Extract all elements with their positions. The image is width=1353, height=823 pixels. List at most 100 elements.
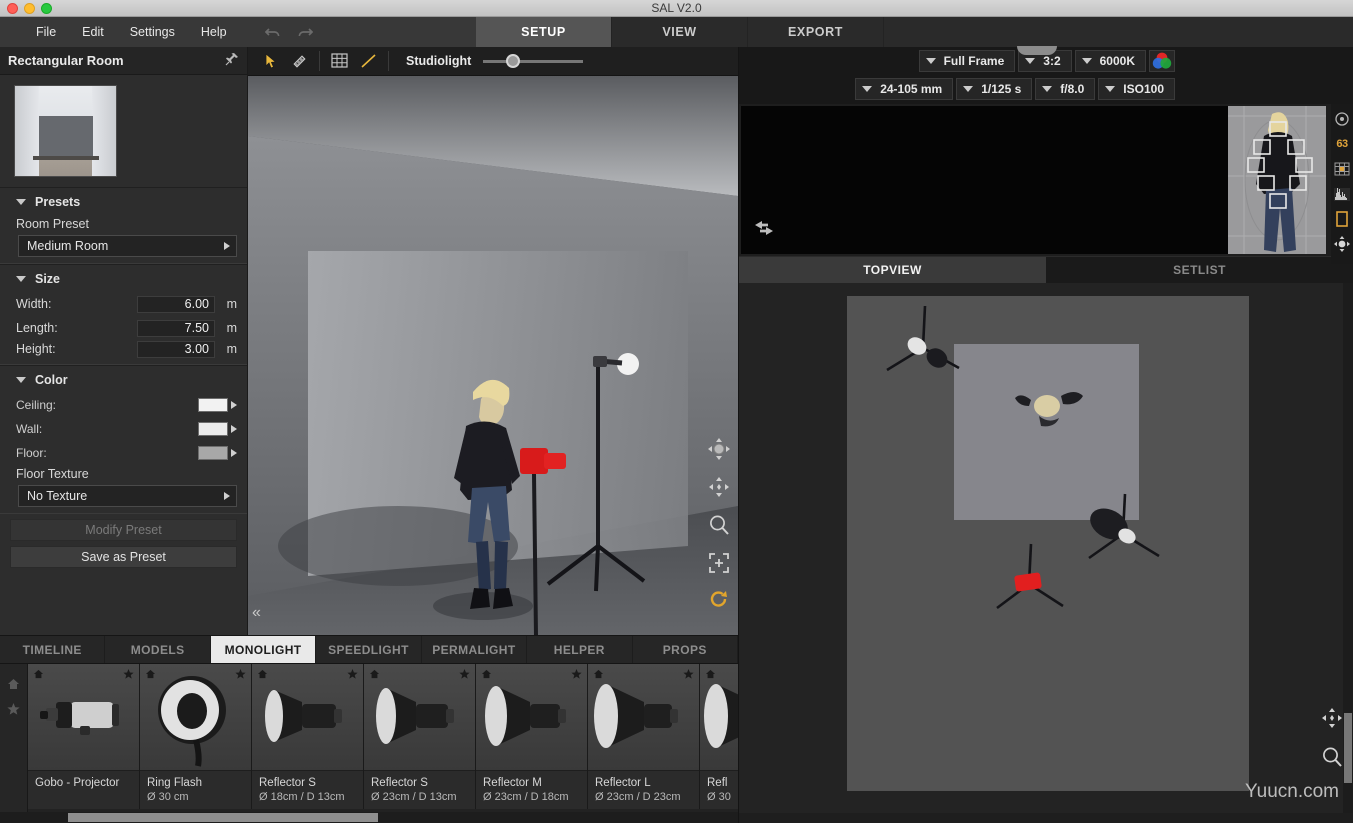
- room-preset-select[interactable]: Medium Room: [18, 235, 237, 257]
- topview-scrollbar[interactable]: [1343, 283, 1353, 813]
- menu-settings[interactable]: Settings: [130, 25, 175, 39]
- zoom-icon[interactable]: [1321, 746, 1343, 771]
- chevron-right-icon[interactable]: [231, 449, 237, 457]
- undo-icon[interactable]: [264, 26, 282, 39]
- studiolight-slider[interactable]: [483, 53, 584, 69]
- modify-preset-button[interactable]: Modify Preset: [10, 519, 237, 541]
- circle-icon[interactable]: [1333, 110, 1351, 128]
- collapse-panel-icon[interactable]: «: [252, 605, 261, 621]
- camera-row-2: 24-105 mm 1/125 s f/8.0 ISO100: [739, 75, 1353, 103]
- slider-knob[interactable]: [506, 54, 521, 68]
- library-items-strip[interactable]: Gobo - Projector Ring Flash Ø 30 cm Refl…: [28, 664, 738, 823]
- list-item[interactable]: Gobo - Projector: [28, 664, 140, 809]
- pan-icon[interactable]: [706, 474, 732, 500]
- scrollbar-thumb[interactable]: [68, 813, 378, 822]
- chevron-right-icon[interactable]: [231, 401, 237, 409]
- grid-icon[interactable]: [1333, 160, 1351, 178]
- viewport-canvas[interactable]: «: [248, 76, 738, 635]
- swap-arrows-icon[interactable]: [753, 219, 775, 240]
- list-item[interactable]: Reflector S Ø 23cm / D 13cm: [364, 664, 476, 809]
- list-item[interactable]: Ring Flash Ø 30 cm: [140, 664, 252, 809]
- star-icon[interactable]: [347, 668, 358, 682]
- lens-select[interactable]: 24-105 mm: [855, 78, 954, 100]
- home-icon[interactable]: [481, 668, 492, 682]
- redo-icon[interactable]: [296, 26, 313, 39]
- library-hscrollbar[interactable]: [0, 812, 738, 823]
- star-icon[interactable]: [571, 668, 582, 682]
- home-icon[interactable]: [705, 668, 716, 682]
- home-icon[interactable]: [145, 668, 156, 682]
- floor-texture-select[interactable]: No Texture: [18, 485, 237, 507]
- star-icon[interactable]: [123, 668, 134, 682]
- menu-help[interactable]: Help: [201, 25, 227, 39]
- list-item[interactable]: Reflector M Ø 23cm / D 18cm: [476, 664, 588, 809]
- star-icon[interactable]: [683, 668, 694, 682]
- star-icon[interactable]: [7, 703, 20, 718]
- star-icon[interactable]: [459, 668, 470, 682]
- presets-section-header[interactable]: Presets: [0, 188, 247, 215]
- ceiling-color-swatch[interactable]: [198, 398, 228, 412]
- floor-color-swatch[interactable]: [198, 446, 228, 460]
- library-content: Gobo - Projector Ring Flash Ø 30 cm Refl…: [0, 664, 738, 823]
- height-input[interactable]: 3.00: [137, 340, 215, 358]
- chevron-down-icon: [1042, 86, 1053, 92]
- list-item[interactable]: Refl Ø 30: [700, 664, 738, 809]
- line-icon[interactable]: [354, 48, 383, 75]
- chevron-right-icon[interactable]: [231, 425, 237, 433]
- tab-speedlight[interactable]: SPEEDLIGHT: [316, 636, 422, 663]
- topview-canvas[interactable]: Yuucn.com: [739, 283, 1353, 813]
- home-icon[interactable]: [7, 678, 20, 693]
- home-icon[interactable]: [33, 668, 44, 682]
- tab-monolight[interactable]: MONOLIGHT: [210, 636, 317, 663]
- shutter-value: 1/125 s: [981, 82, 1022, 96]
- size-section-header[interactable]: Size: [0, 265, 247, 292]
- tab-models[interactable]: MODELS: [105, 636, 211, 663]
- measure-icon[interactable]: [285, 48, 314, 75]
- star-icon[interactable]: [235, 668, 246, 682]
- reflector-icon: [588, 664, 699, 770]
- navigate-icon[interactable]: [1333, 235, 1351, 253]
- tab-view[interactable]: VIEW: [612, 17, 748, 47]
- fit-icon[interactable]: [706, 550, 732, 576]
- color-wheel-icon[interactable]: [1149, 50, 1175, 72]
- menu-file[interactable]: File: [36, 25, 56, 39]
- tab-setup[interactable]: SETUP: [476, 17, 612, 47]
- grid-icon[interactable]: [325, 48, 354, 75]
- tab-helper[interactable]: HELPER: [527, 636, 633, 663]
- length-input[interactable]: 7.50: [137, 319, 215, 337]
- tab-topview[interactable]: TOPVIEW: [739, 257, 1046, 283]
- histogram-icon[interactable]: [1333, 185, 1351, 203]
- shutter-select[interactable]: 1/125 s: [956, 78, 1033, 100]
- tab-export[interactable]: EXPORT: [748, 17, 884, 47]
- home-icon[interactable]: [257, 668, 268, 682]
- select-arrow-icon[interactable]: [256, 48, 285, 75]
- focus-count[interactable]: 63: [1333, 135, 1351, 153]
- pin-icon[interactable]: [225, 52, 239, 69]
- home-icon[interactable]: [369, 668, 380, 682]
- aperture-select[interactable]: f/8.0: [1035, 78, 1096, 100]
- wall-color-swatch[interactable]: [198, 422, 228, 436]
- tab-timeline[interactable]: TIMELINE: [0, 636, 106, 663]
- scrollbar-thumb[interactable]: [1344, 713, 1352, 783]
- menu-edit[interactable]: Edit: [82, 25, 104, 39]
- list-item[interactable]: Reflector L Ø 23cm / D 23cm: [588, 664, 700, 809]
- width-input[interactable]: 6.00: [137, 295, 215, 313]
- zoom-icon[interactable]: [706, 512, 732, 538]
- pan-icon[interactable]: [1321, 707, 1343, 732]
- panel-drag-handle[interactable]: [1017, 46, 1057, 55]
- crop-frame-icon[interactable]: [1333, 210, 1351, 228]
- tab-props[interactable]: PROPS: [633, 636, 738, 663]
- reset-icon[interactable]: [706, 588, 732, 614]
- list-item[interactable]: Reflector S Ø 18cm / D 13cm: [252, 664, 364, 809]
- white-balance-select[interactable]: 6000K: [1074, 50, 1146, 72]
- orbit-icon[interactable]: [706, 436, 732, 462]
- iso-select[interactable]: ISO100: [1098, 78, 1175, 100]
- item-size: Ø 23cm / D 18cm: [483, 791, 569, 803]
- tab-permalight[interactable]: PERMALIGHT: [422, 636, 528, 663]
- sensor-select[interactable]: Full Frame: [918, 50, 1016, 72]
- tab-setlist[interactable]: SETLIST: [1046, 257, 1353, 283]
- color-section-header[interactable]: Color: [0, 366, 247, 393]
- camera-preview[interactable]: [741, 106, 1326, 254]
- home-icon[interactable]: [593, 668, 604, 682]
- save-as-preset-button[interactable]: Save as Preset: [10, 546, 237, 568]
